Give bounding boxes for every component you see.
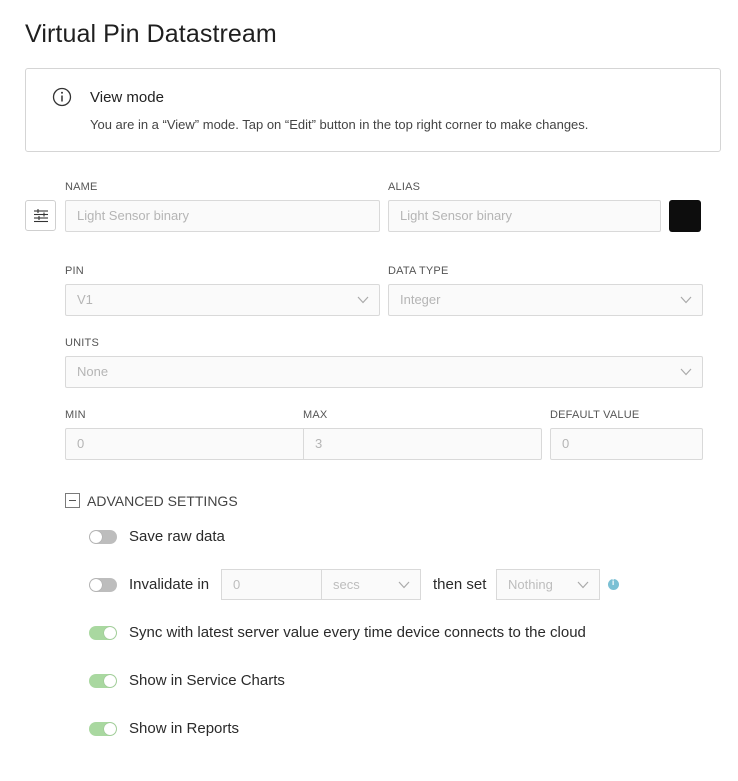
chevron-down-icon [680, 368, 692, 376]
name-input[interactable]: Light Sensor binary [65, 200, 380, 232]
then-set-label: then set [433, 576, 487, 593]
min-input[interactable]: 0 [65, 428, 304, 460]
invalidate-time-input[interactable]: 0 [221, 569, 322, 600]
units-label: UNITS [65, 337, 99, 349]
chevron-down-icon [577, 581, 589, 589]
sliders-icon [34, 209, 48, 223]
then-set-select[interactable]: Nothing [496, 569, 600, 600]
reports-toggle[interactable] [89, 722, 117, 736]
collapse-icon [65, 493, 80, 508]
min-label: MIN [65, 409, 86, 421]
invalidate-toggle[interactable] [89, 578, 117, 592]
sync-label: Sync with latest server value every time… [129, 624, 586, 641]
view-mode-notice: View mode You are in a “View” mode. Tap … [25, 68, 721, 152]
chevron-down-icon [398, 581, 410, 589]
service-charts-label: Show in Service Charts [129, 672, 285, 689]
default-value-input[interactable]: 0 [550, 428, 703, 460]
advanced-settings-label: ADVANCED SETTINGS [87, 493, 238, 509]
invalidate-label: Invalidate in [129, 576, 210, 593]
sync-toggle[interactable] [89, 626, 117, 640]
default-value-label: DEFAULT VALUE [550, 409, 640, 421]
units-select[interactable]: None [65, 356, 703, 388]
alias-label: ALIAS [388, 181, 421, 193]
data-type-label: DATA TYPE [388, 265, 449, 277]
notice-title: View mode [90, 89, 164, 106]
invalidate-unit-select[interactable]: secs [321, 569, 421, 600]
service-charts-toggle[interactable] [89, 674, 117, 688]
help-icon[interactable] [608, 578, 619, 590]
pin-select-value: V1 [77, 292, 93, 307]
info-icon [52, 87, 72, 107]
units-select-value: None [77, 364, 109, 379]
invalidate-unit-value: secs [333, 577, 360, 592]
save-raw-data-label: Save raw data [129, 528, 225, 545]
max-input[interactable]: 3 [303, 428, 542, 460]
save-raw-data-toggle[interactable] [89, 530, 117, 544]
pin-select[interactable]: V1 [65, 284, 380, 316]
chevron-down-icon [357, 296, 369, 304]
page-title: Virtual Pin Datastream [25, 20, 277, 48]
reports-label: Show in Reports [129, 720, 240, 737]
datastream-settings-button[interactable] [25, 200, 56, 231]
pin-label: PIN [65, 265, 84, 277]
notice-text: You are in a “View” mode. Tap on “Edit” … [90, 117, 589, 132]
name-label: NAME [65, 181, 98, 193]
max-label: MAX [303, 409, 328, 421]
data-type-select[interactable]: Integer [388, 284, 703, 316]
data-type-select-value: Integer [400, 292, 441, 307]
alias-input[interactable]: Light Sensor binary [388, 200, 661, 232]
then-set-value: Nothing [508, 577, 553, 592]
chevron-down-icon [680, 296, 692, 304]
color-picker[interactable] [669, 200, 701, 232]
